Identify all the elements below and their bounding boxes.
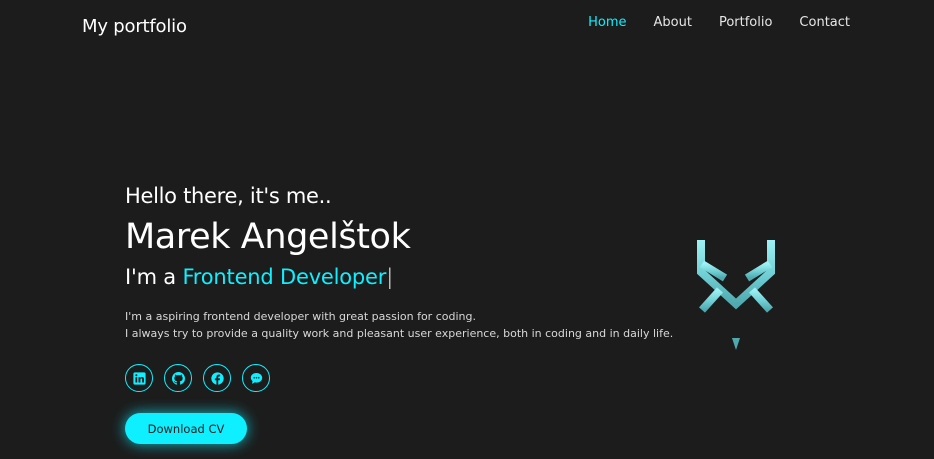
chat-link[interactable] bbox=[242, 364, 270, 392]
linkedin-icon bbox=[132, 371, 146, 385]
greeting: Hello there, it's me.. bbox=[125, 184, 332, 208]
nav-about[interactable]: About bbox=[654, 15, 692, 30]
nav-home[interactable]: Home bbox=[588, 15, 626, 30]
site-logo[interactable]: My portfolio bbox=[82, 16, 187, 37]
nav-contact[interactable]: Contact bbox=[799, 15, 850, 30]
hero-name: Marek Angelštok bbox=[125, 217, 411, 257]
chat-icon bbox=[250, 372, 262, 384]
social-links bbox=[125, 364, 685, 392]
page: My portfolio Home About Portfolio Contac… bbox=[0, 0, 934, 459]
hero-role: I'm a Frontend Developer| bbox=[125, 263, 685, 291]
download-cv-button[interactable]: Download CV bbox=[125, 413, 247, 444]
role-prefix: I'm a bbox=[125, 265, 183, 289]
typing-cursor: | bbox=[386, 265, 394, 289]
github-icon bbox=[171, 371, 185, 385]
hero-section: Hello there, it's me.. Marek Angelštok I… bbox=[125, 182, 685, 444]
github-link[interactable] bbox=[164, 364, 192, 392]
main-nav: Home About Portfolio Contact bbox=[588, 15, 850, 30]
hero-description: I'm a aspiring frontend developer with g… bbox=[125, 308, 685, 342]
nav-portfolio[interactable]: Portfolio bbox=[719, 15, 772, 30]
monogram-logo bbox=[697, 240, 775, 350]
role-highlight: Frontend Developer bbox=[182, 265, 387, 289]
linkedin-link[interactable] bbox=[125, 364, 153, 392]
facebook-link[interactable] bbox=[203, 364, 231, 392]
description-line-2: I always try to provide a quality work a… bbox=[125, 327, 674, 340]
facebook-icon bbox=[210, 371, 224, 385]
description-line-1: I'm a aspiring frontend developer with g… bbox=[125, 310, 476, 323]
